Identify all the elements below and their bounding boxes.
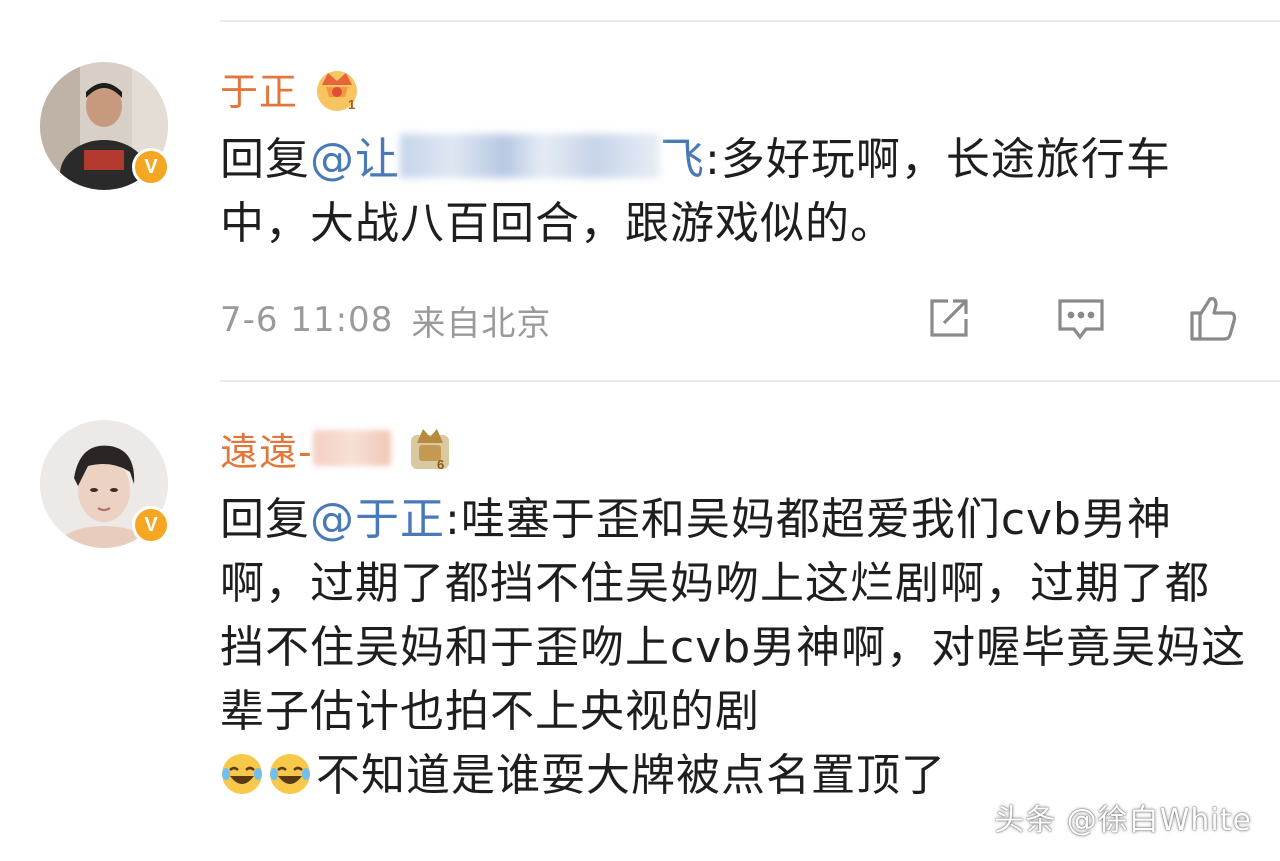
comment-item: V 遠遠- 6 回复@于正:哇塞于歪和吴妈都超爱我们cvb男神啊，过期了都挡不住… bbox=[0, 400, 1280, 861]
crown-level-icon: 1 bbox=[312, 63, 362, 113]
crown-level-icon: 6 bbox=[405, 423, 455, 473]
username[interactable]: 于正 bbox=[220, 61, 298, 116]
watermark: 头条 @徐白White bbox=[994, 803, 1252, 838]
share-icon[interactable] bbox=[922, 291, 976, 349]
username[interactable]: 遠遠- bbox=[220, 421, 313, 476]
laugh-cry-emoji-icon bbox=[268, 750, 312, 794]
comment-text-tail: 不知道是谁耍大牌被点名置顶了 bbox=[316, 750, 946, 801]
verified-badge-icon: V bbox=[132, 506, 170, 544]
like-icon[interactable] bbox=[1186, 291, 1240, 349]
blurred-username bbox=[400, 134, 660, 178]
laugh-cry-emoji-icon bbox=[220, 750, 264, 794]
timestamp: 7-6 11:08 bbox=[220, 300, 394, 340]
username-row: 遠遠- 6 bbox=[220, 418, 455, 478]
mention-link[interactable]: @于正 bbox=[310, 494, 445, 545]
reply-prefix: 回复 bbox=[220, 134, 310, 185]
blurred-username bbox=[312, 430, 391, 466]
comment-body: 回复@于正:哇塞于歪和吴妈都超爱我们cvb男神啊，过期了都挡不住吴妈吻上这烂剧啊… bbox=[220, 488, 1250, 808]
comment-icon[interactable] bbox=[1054, 291, 1108, 349]
avatar[interactable]: V bbox=[40, 420, 170, 548]
comment-actions bbox=[922, 291, 1240, 349]
comment-divider bbox=[220, 380, 1280, 382]
reply-prefix: 回复 bbox=[220, 494, 310, 545]
location: 来自北京 bbox=[411, 303, 552, 344]
level-number: 1 bbox=[348, 97, 355, 112]
top-divider bbox=[220, 20, 1280, 22]
comment-meta: 7-6 11:08 来自北京 bbox=[220, 292, 1240, 348]
comment-body: 回复@让 飞:多好玩啊，长途旅行车中，大战八百回合，跟游戏似的。 bbox=[220, 128, 1250, 256]
mention-link[interactable]: @让飞 bbox=[310, 134, 705, 185]
avatar[interactable]: V bbox=[40, 62, 170, 190]
username-row: 于正 1 bbox=[220, 58, 362, 118]
verified-badge-icon: V bbox=[132, 148, 170, 186]
level-number: 6 bbox=[437, 457, 444, 472]
comment-item: V 于正 1 回复@让 飞:多好玩啊，长途旅行车中，大战八百回合，跟游戏似的。 7… bbox=[0, 50, 1280, 380]
